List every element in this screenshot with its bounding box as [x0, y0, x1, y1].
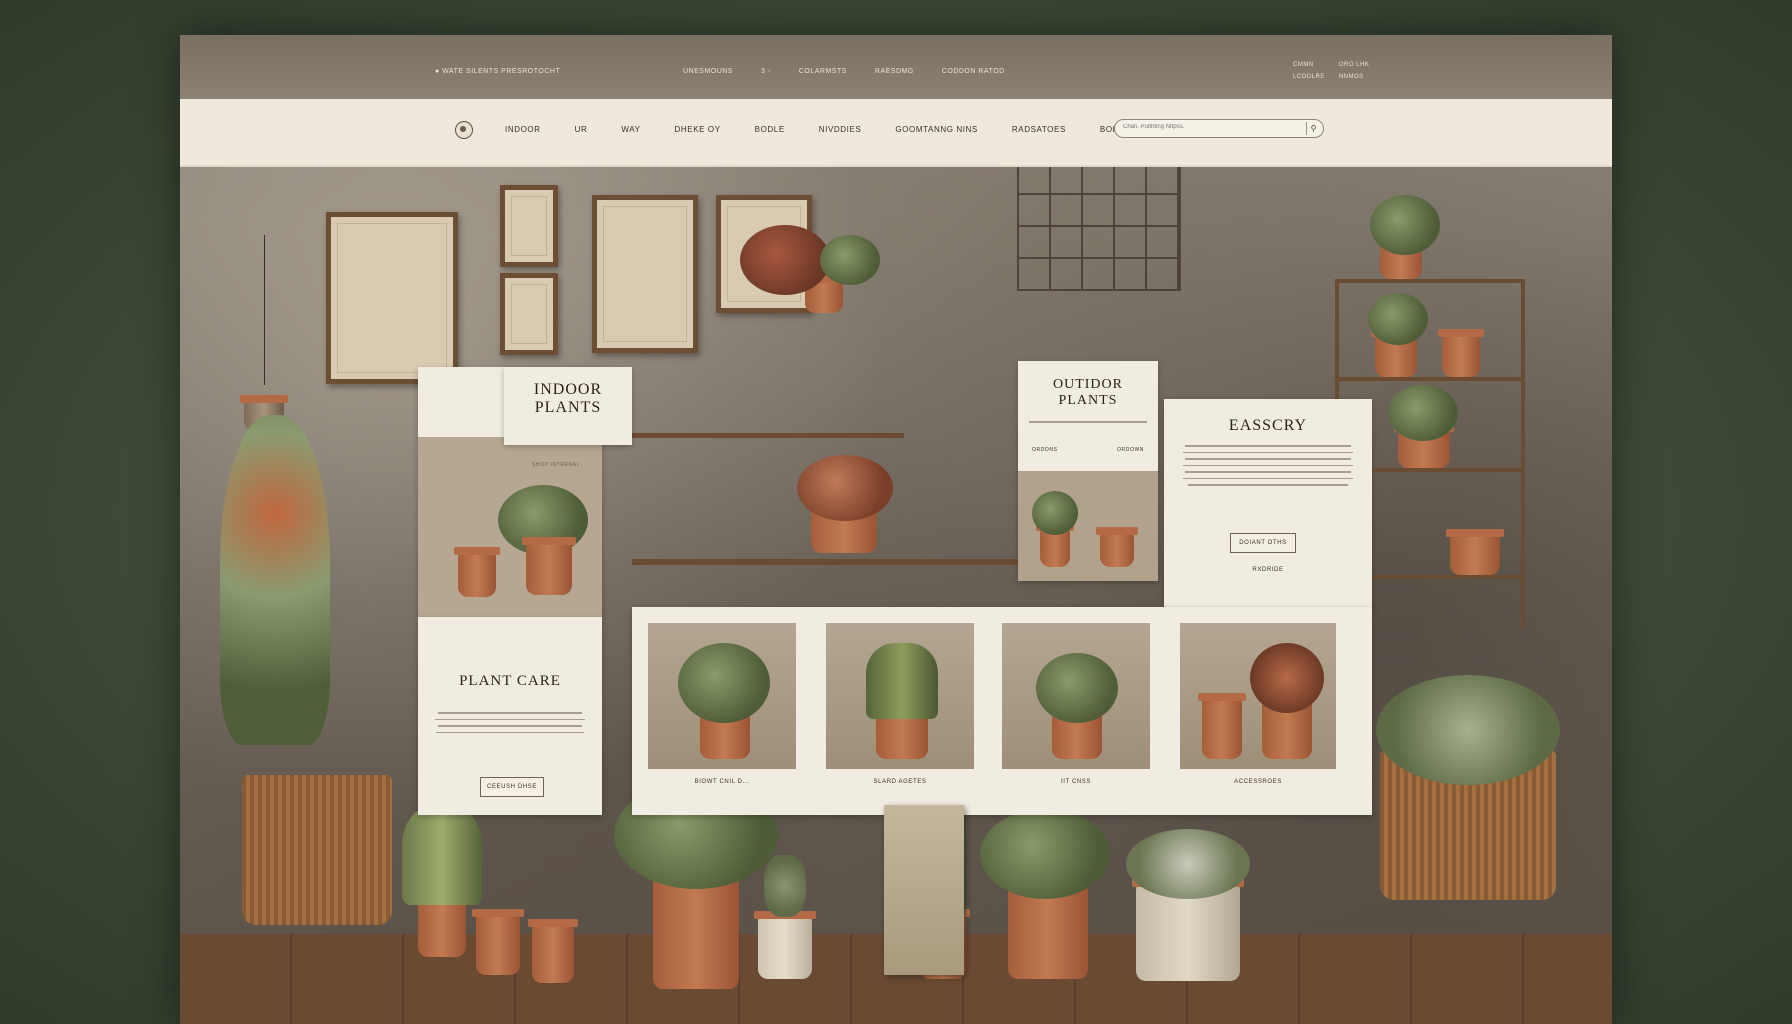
tile-plant: [1036, 653, 1118, 723]
utility-links: UNESMOUNS 3 ◦ COLARMSTS RAESDMG CODDON R…: [683, 68, 1005, 75]
search-icon[interactable]: ⚲: [1306, 122, 1320, 135]
website-page: ● WATE SILENTS PRESROTOCHT UNESMOUNS 3 ◦…: [180, 35, 1612, 1024]
product-tile[interactable]: [826, 623, 974, 769]
nav-item[interactable]: DHEKE OY: [675, 125, 721, 134]
floor-pot: [472, 909, 524, 975]
utility-link[interactable]: UNESMOUNS: [683, 68, 733, 75]
nav-item[interactable]: NIVDDIES: [819, 125, 862, 134]
plant-care-button[interactable]: CEEUSH DHSE: [480, 777, 544, 797]
account-link[interactable]: LCODLRE: [1293, 74, 1325, 80]
product-strip: BIOWT CNIL D... SLARD AGETES IIT CNSS AC…: [632, 607, 1372, 815]
floor-pot-white: [1132, 879, 1244, 981]
shelf-plant: [1388, 385, 1458, 441]
outdoor-card-pot-2: [1096, 527, 1138, 567]
wall-grid: [1017, 147, 1181, 291]
outdoor-right-tag: ORDOWN: [1117, 447, 1144, 453]
mid-shelf-plant-3: [797, 455, 893, 521]
snake-plant: [402, 805, 482, 905]
middle-shelf: [632, 433, 904, 438]
plant-care-text: [418, 712, 602, 733]
leaf-print-frame-small-2: [500, 273, 558, 355]
right-shelf-mid: [1335, 377, 1525, 381]
tile-pot: [1198, 693, 1246, 759]
nav-item-indoor[interactable]: INDOOR: [505, 125, 541, 134]
outdoor-title-line2: PLANTS: [1058, 393, 1118, 408]
shelf-pot: [1438, 329, 1484, 377]
eucalyptus-print-frame: [592, 195, 698, 353]
mid-shelf-plant-2: [820, 235, 880, 285]
tile-caption[interactable]: BIOWT CNIL D...: [648, 779, 796, 785]
hanging-planter-string: [264, 235, 265, 385]
tall-flowering-plant: [220, 415, 330, 745]
middle-shelf-lower: [632, 559, 1062, 565]
main-navigation: INDOOR UR WAY DHEKE OY BODLE NIVDDIES GO…: [180, 99, 1612, 167]
mid-shelf-plant: [740, 225, 830, 295]
caladium-plant: [980, 809, 1110, 899]
account-link[interactable]: ORO LHK: [1339, 62, 1370, 68]
nav-item[interactable]: RADSATOES: [1012, 125, 1066, 134]
utility-link[interactable]: COLARMSTS: [799, 68, 847, 75]
outdoor-card-plant: [1032, 491, 1078, 535]
sign-board: [884, 805, 964, 975]
outdoor-plants-card[interactable]: OUTIDOR PLANTS ORDONS ORDOWN: [1018, 361, 1158, 581]
search-input[interactable]: [1121, 123, 1305, 131]
tile-grass: [1250, 643, 1324, 713]
product-tile[interactable]: [648, 623, 796, 769]
right-flower-plant: [1376, 675, 1560, 785]
accessory-title: EASSCRY: [1228, 417, 1308, 434]
outdoor-left-tag: ORDONS: [1032, 447, 1058, 453]
accessory-caption: RXDRIDE: [1252, 567, 1284, 573]
tile-caption[interactable]: ACCESSROES: [1180, 779, 1336, 785]
indoor-title-label[interactable]: INDOOR PLANTS: [504, 367, 632, 445]
product-tile[interactable]: [1002, 623, 1150, 769]
accessory-text: [1164, 445, 1372, 486]
leaf-print-frame-small: [500, 185, 558, 267]
tile-caption[interactable]: IIT CNSS: [1002, 779, 1150, 785]
floor-pot: [528, 919, 578, 983]
shelf-pot: [1446, 529, 1504, 575]
product-tile[interactable]: [1180, 623, 1336, 769]
logo-icon[interactable]: [455, 121, 473, 139]
accessory-card[interactable]: EASSCRY DOIANT OTHS RXDRIDE: [1164, 399, 1372, 607]
cactus-pot: [754, 911, 816, 979]
tile-caption[interactable]: SLARD AGETES: [826, 779, 974, 785]
white-flower-plant: [1126, 829, 1250, 899]
indoor-subtitle: SHOP INTERNAL: [532, 462, 580, 468]
cactus: [764, 855, 806, 917]
top-utility-bar: ● WATE SILENTS PRESROTOCHT UNESMOUNS 3 ◦…: [180, 35, 1612, 99]
accessory-button[interactable]: DOIANT OTHS: [1230, 533, 1296, 553]
utility-link[interactable]: CODDON RATOD: [942, 68, 1005, 75]
nav-item[interactable]: UR: [575, 125, 588, 134]
account-link[interactable]: NNMOS: [1339, 74, 1370, 80]
nav-item[interactable]: BODLE: [755, 125, 785, 134]
left-woven-basket: [242, 775, 392, 925]
plant-care-card: PLANT CARE CEEUSH DHSE: [418, 617, 602, 815]
search-box: ⚲: [1114, 119, 1324, 138]
indoor-title-line1: INDOOR: [533, 381, 603, 398]
fern-print-frame: [326, 212, 458, 384]
floor-pot: [414, 891, 470, 957]
plant-care-title: PLANT CARE: [459, 673, 561, 689]
outdoor-text: [1018, 421, 1158, 423]
tile-plant: [678, 643, 770, 723]
right-shelf-post-2: [1521, 279, 1525, 629]
nav-menu: INDOOR UR WAY DHEKE OY BODLE NIVDDIES GO…: [505, 125, 1185, 134]
account-links: CMMN ORO LHK LCODLRE NNMOS: [1293, 62, 1369, 80]
utility-link[interactable]: RAESDMG: [875, 68, 914, 75]
shelf-plant: [1370, 195, 1440, 255]
account-link[interactable]: CMMN: [1293, 62, 1325, 68]
promo-text: ● WATE SILENTS PRESROTOCHT: [435, 68, 561, 75]
utility-link[interactable]: 3 ◦: [761, 68, 771, 75]
tile-snake-plant: [866, 643, 938, 719]
indoor-card-pot: [522, 537, 576, 595]
shelf-plant: [1368, 293, 1428, 345]
indoor-title-line2: PLANTS: [534, 399, 602, 416]
right-shelf-top: [1335, 279, 1525, 283]
indoor-card-pot-2: [454, 547, 500, 597]
nav-item[interactable]: WAY: [621, 125, 640, 134]
outdoor-title-line1: OUTIDOR: [1053, 377, 1123, 392]
nav-item[interactable]: GOOMTANNG NINS: [895, 125, 977, 134]
